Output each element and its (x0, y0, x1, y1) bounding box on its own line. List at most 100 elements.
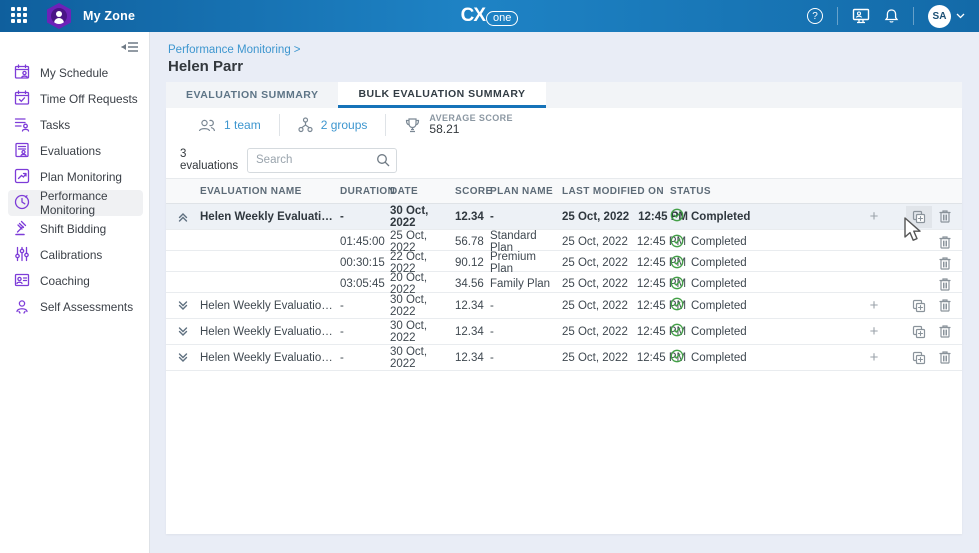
add-icon[interactable]: + (866, 209, 882, 225)
status-completed-icon (670, 276, 684, 293)
expand-row-icon[interactable] (176, 299, 190, 313)
last-modified-cell: 25 Oct, 2022 12:45 PM (562, 211, 670, 223)
table-row[interactable]: 01:45:00 25 Oct, 2022 56.78 Standard Pla… (166, 230, 962, 251)
my-zone-logo-icon (47, 3, 71, 29)
score-cell: 34.56 (455, 278, 490, 290)
last-modified-cell: 25 Oct, 2022 12:45 PM (562, 352, 670, 364)
duration-cell: 01:45:00 (340, 236, 390, 248)
plan-monitoring-icon (14, 168, 30, 187)
sidebar-item-label: Plan Monitoring (40, 170, 122, 184)
collapse-sidebar-icon[interactable] (119, 38, 141, 56)
status-cell: Completed (670, 234, 862, 251)
date-cell: 30 Oct, 2022 (390, 294, 455, 318)
column-header[interactable]: DATE (390, 186, 455, 197)
breadcrumb[interactable]: Performance Monitoring> (168, 44, 300, 56)
evaluations-icon (14, 142, 30, 161)
sidebar-item-label: Shift Bidding (40, 222, 106, 236)
sidebar-item-coaching[interactable]: Coaching (8, 268, 143, 294)
add-icon[interactable]: + (866, 298, 882, 314)
divider (837, 7, 838, 25)
table-row[interactable]: Helen Weekly Evaluation - June 20 - 30 O… (166, 293, 962, 319)
status-cell: Completed (670, 276, 862, 293)
table-row[interactable]: 03:05:45 20 Oct, 2022 34.56 Family Plan … (166, 272, 962, 293)
app-grid-icon[interactable] (11, 7, 29, 25)
table-row[interactable]: Helen Weekly Evaluation - June 20 - 30 O… (166, 345, 962, 371)
table-row[interactable]: Helen Weekly Evaluation - June 20 - 30 O… (166, 319, 962, 345)
status-label: Completed (691, 278, 747, 290)
duration-cell: 03:05:45 (340, 278, 390, 290)
sidebar-item-label: My Schedule (40, 66, 108, 80)
status-completed-icon (670, 297, 684, 314)
main-content: Performance Monitoring> Helen Parr EVALU… (151, 32, 979, 553)
date-cell: 30 Oct, 2022 (390, 320, 455, 344)
evaluation-name: Helen Weekly Evaluation - June 20 (200, 300, 340, 312)
status-cell: Completed (670, 349, 862, 366)
column-header[interactable]: STATUS (670, 186, 962, 197)
search-input[interactable] (247, 148, 397, 173)
sidebar-item-performance-monitoring[interactable]: Performance Monitoring (8, 190, 143, 216)
copy-icon[interactable] (906, 295, 932, 317)
trash-icon[interactable] (936, 233, 954, 251)
tab-bulk-evaluation-summary[interactable]: BULK EVALUATION SUMMARY (338, 82, 545, 108)
table-row[interactable]: 00:30:15 22 Oct, 2022 90.12 Premium Plan… (166, 251, 962, 272)
column-header[interactable]: EVALUATION NAME (200, 186, 340, 197)
status-label: Completed (691, 257, 747, 269)
sidebar-item-label: Tasks (40, 118, 70, 132)
date-cell: 30 Oct, 2022 (390, 205, 455, 229)
status-label: Completed (691, 352, 747, 364)
trash-icon[interactable] (936, 208, 954, 226)
sidebar-item-time-off-requests[interactable]: Time Off Requests (8, 86, 143, 112)
status-completed-icon (670, 255, 684, 272)
help-icon[interactable]: ? (807, 8, 823, 24)
sidebar-item-self-assessments[interactable]: Self Assessments (8, 294, 143, 320)
last-modified-cell: 25 Oct, 2022 12:45 PM (562, 257, 670, 269)
expand-row-icon[interactable] (176, 351, 190, 365)
groups-link[interactable]: 2 groups (321, 118, 368, 132)
table-row[interactable]: Helen Weekly Evaluation - June... - 30 O… (166, 204, 962, 230)
sidebar-item-label: Self Assessments (40, 300, 133, 314)
add-icon[interactable]: + (866, 350, 882, 366)
column-header[interactable]: SCORE (455, 186, 490, 197)
sidebar-item-calibrations[interactable]: Calibrations (8, 242, 143, 268)
status-label: Completed (691, 326, 747, 338)
user-menu[interactable]: SA (928, 5, 965, 28)
date-cell: 30 Oct, 2022 (390, 346, 455, 370)
status-completed-icon (670, 234, 684, 251)
tab-evaluation-summary[interactable]: EVALUATION SUMMARY (166, 82, 338, 108)
collapse-row-icon[interactable] (176, 210, 190, 224)
sidebar-item-evaluations[interactable]: Evaluations (8, 138, 143, 164)
team-link[interactable]: 1 team (224, 118, 261, 132)
sidebar-item-my-schedule[interactable]: My Schedule (8, 60, 143, 86)
copy-icon[interactable] (906, 347, 932, 369)
bell-icon[interactable] (884, 8, 899, 24)
search-icon[interactable] (376, 153, 390, 167)
copy-icon[interactable] (906, 321, 932, 343)
sidebar-item-plan-monitoring[interactable]: Plan Monitoring (8, 164, 143, 190)
trash-icon[interactable] (936, 297, 954, 315)
avatar: SA (928, 5, 951, 28)
trash-icon[interactable] (936, 275, 954, 293)
column-header[interactable]: DURATION (340, 186, 390, 197)
expand-row-icon[interactable] (176, 325, 190, 339)
evaluation-count: 3 evaluations (180, 148, 247, 172)
duration-cell: - (340, 352, 390, 364)
sidebar-item-tasks[interactable]: Tasks (8, 112, 143, 138)
screen-monitor-icon[interactable] (852, 8, 870, 24)
last-modified-cell: 25 Oct, 2022 12:45 PM (562, 300, 670, 312)
trash-icon[interactable] (936, 254, 954, 272)
shift-bidding-icon (14, 220, 30, 239)
calibrations-icon (14, 246, 30, 265)
duration-cell: - (340, 211, 390, 223)
copy-icon[interactable] (906, 206, 932, 228)
column-header[interactable]: LAST MODIFIED ON (562, 186, 670, 197)
team-stat: 1 team (180, 114, 279, 136)
plan-name-cell: - (490, 352, 562, 364)
trash-icon[interactable] (936, 323, 954, 341)
average-score-value: 58.21 (429, 123, 513, 137)
add-icon[interactable]: + (866, 324, 882, 340)
trash-icon[interactable] (936, 349, 954, 367)
column-header[interactable]: PLAN NAME (490, 186, 562, 197)
status-completed-icon (670, 349, 684, 366)
sidebar-item-shift-bidding[interactable]: Shift Bidding (8, 216, 143, 242)
evaluation-card: 1 team 2 groups AVERAGE SCORE (166, 108, 962, 534)
